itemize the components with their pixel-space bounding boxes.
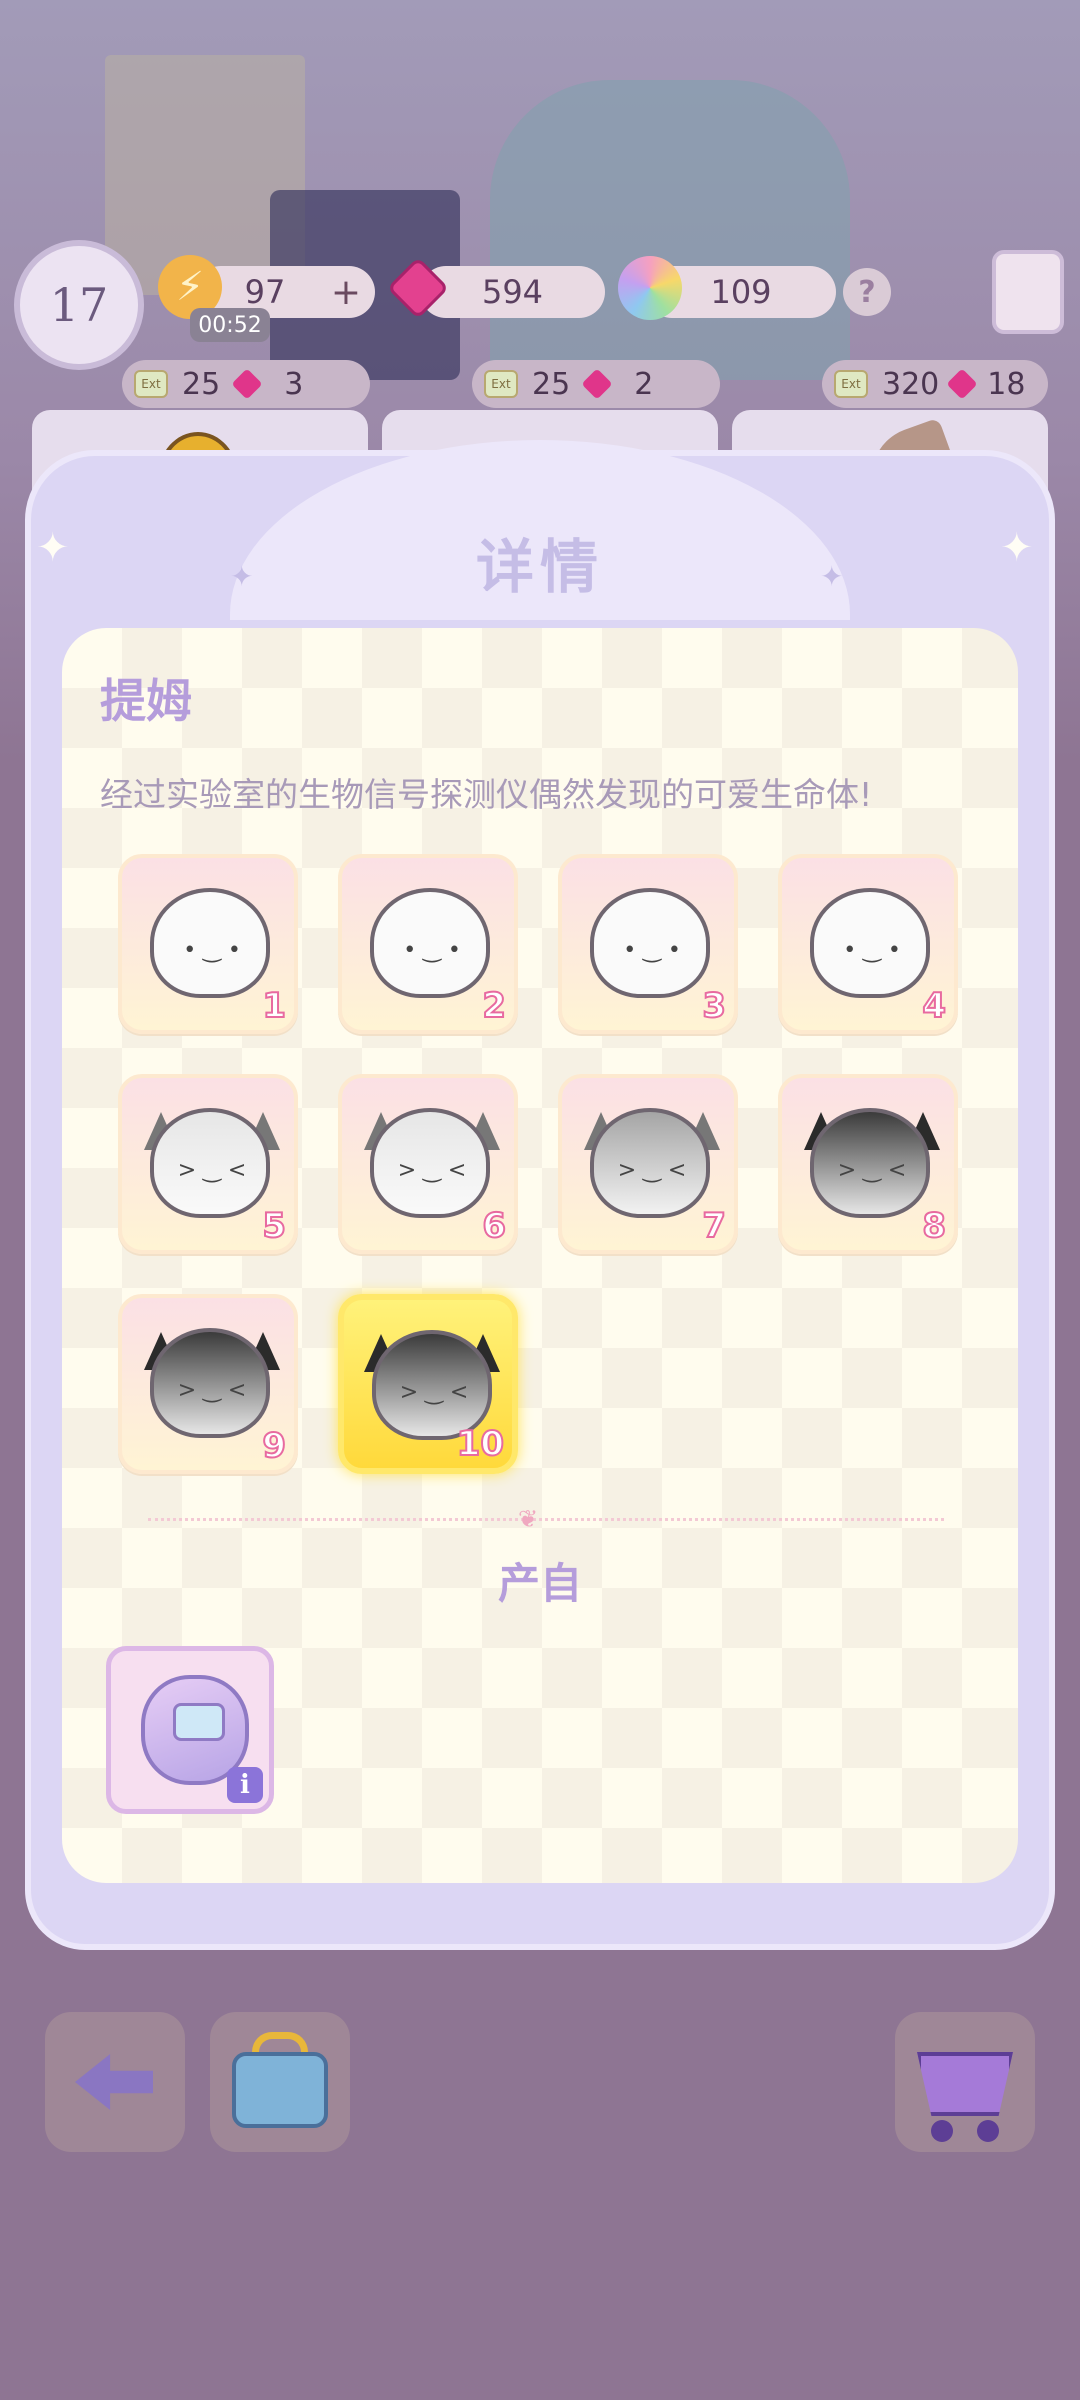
pet-face: > ‿ < [837, 1158, 907, 1183]
stage-number: 1 [261, 985, 287, 1027]
bow-icon: ❦ [518, 1505, 539, 1533]
stage-number: 2 [481, 985, 507, 1027]
bag-button[interactable] [210, 2012, 350, 2152]
sparkle-icon: ✦ [36, 525, 70, 571]
level-number: 17 [49, 278, 109, 332]
stage-number: 5 [261, 1205, 287, 1247]
pet-face: > ‿ < [177, 1378, 247, 1403]
source-title: 产自 [497, 1559, 582, 1608]
shop-cost-3: Ext 320 18 [822, 360, 1048, 408]
stage-number: 4 [921, 985, 947, 1027]
energy-timer: 00:52 [190, 308, 270, 342]
source-item-tamagotchi[interactable]: i [106, 1646, 274, 1814]
pet-face: • ‿ • [843, 938, 901, 963]
exp-icon: Ext [134, 370, 168, 398]
star-deco-icon: ✦ [820, 560, 844, 593]
player-level-badge[interactable]: 17 [14, 240, 144, 370]
stage-card[interactable]: • ‿ • 2 [338, 854, 518, 1034]
stage-card[interactable]: > ‿ < 8 [778, 1074, 958, 1254]
shop-cost-2: Ext 25 2 [472, 360, 720, 408]
cart-button[interactable] [895, 2012, 1035, 2152]
gem-cost: 18 [987, 366, 1026, 402]
star-value: 109 [710, 273, 772, 311]
exp-cost: 25 [182, 366, 221, 402]
gem-cost: 3 [284, 366, 304, 402]
exp-icon: Ext [484, 370, 518, 398]
info-icon[interactable]: i [227, 1767, 263, 1803]
stage-card[interactable]: > ‿ < 6 [338, 1074, 518, 1254]
energy-plus-button[interactable]: + [331, 272, 361, 313]
stage-card[interactable]: • ‿ • 4 [778, 854, 958, 1034]
modal-title: 详情 [475, 533, 604, 601]
gem-icon [386, 256, 450, 320]
pet-face: > ‿ < [399, 1380, 469, 1405]
stage-card[interactable]: > ‿ < 7 [558, 1074, 738, 1254]
pet-face: > ‿ < [177, 1158, 247, 1183]
bag-icon [232, 2052, 328, 2128]
gem-cost: 2 [634, 366, 654, 402]
star-deco-icon: ✦ [230, 560, 254, 593]
help-icon[interactable]: ? [843, 268, 891, 316]
cart-wheel [977, 2120, 999, 2142]
exp-icon: Ext [834, 370, 868, 398]
gem-icon [946, 368, 978, 400]
stage-card[interactable]: > ‿ < 5 [118, 1074, 298, 1254]
stage-number: 3 [701, 985, 727, 1027]
pet-face: • ‿ • [403, 938, 461, 963]
back-arrow-icon [75, 2054, 153, 2110]
stage-card[interactable]: • ‿ • 3 [558, 854, 738, 1034]
shop-cost-1: Ext 25 3 [122, 360, 370, 408]
stage-card[interactable]: > ‿ < 9 [118, 1294, 298, 1474]
back-button[interactable] [45, 2012, 185, 2152]
device-screen [173, 1703, 225, 1741]
sparkle-icon: ✦ [1000, 525, 1034, 571]
stage-number: 9 [261, 1425, 287, 1467]
pet-name: 提姆 [100, 674, 192, 728]
background-cabinet [490, 80, 850, 380]
stage-card[interactable]: • ‿ • 1 [118, 854, 298, 1034]
energy-value: 97 [244, 273, 286, 311]
stage-number: 7 [701, 1205, 727, 1247]
stage-number: 8 [921, 1205, 947, 1247]
pet-face: • ‿ • [183, 938, 241, 963]
gem-value: 594 [481, 273, 544, 311]
stage-number: 10 [456, 1423, 505, 1465]
section-divider [148, 1518, 944, 1521]
cart-icon [917, 2052, 1013, 2116]
rainbow-star-icon [618, 256, 682, 320]
pet-face: • ‿ • [623, 938, 681, 963]
exp-cost: 25 [532, 366, 571, 402]
pet-face: > ‿ < [397, 1158, 467, 1183]
gem-icon [581, 368, 613, 400]
cart-wheel [931, 2120, 953, 2142]
pet-description: 经过实验室的生物信号探测仪偶然发现的可爱生命体! [100, 775, 873, 814]
gem-icon [231, 368, 263, 400]
pet-face: > ‿ < [617, 1158, 687, 1183]
stage-card-selected[interactable]: > ‿ < 10 [338, 1294, 518, 1474]
card-icon[interactable] [992, 250, 1064, 334]
exp-cost: 320 [882, 366, 940, 402]
stage-number: 6 [481, 1205, 507, 1247]
